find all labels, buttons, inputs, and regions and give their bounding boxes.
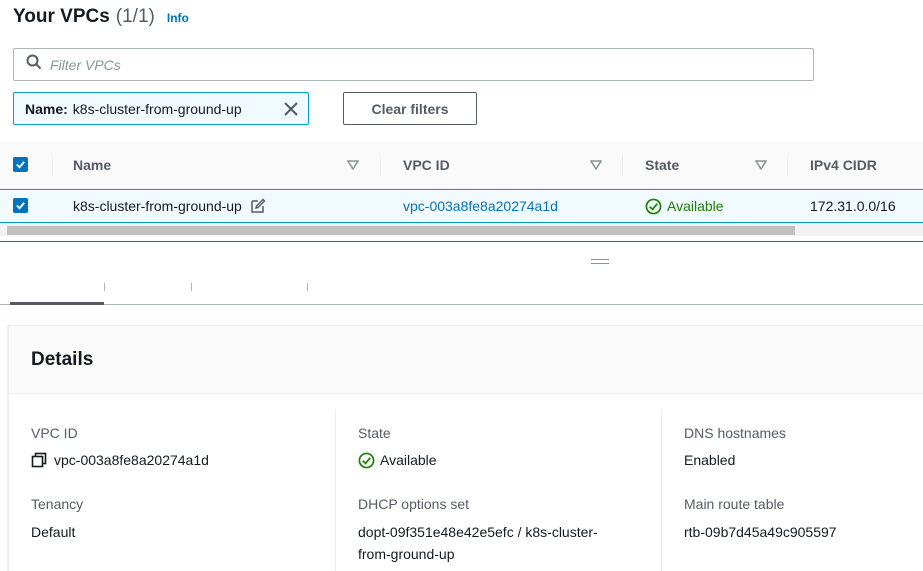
status-ok-icon — [645, 198, 662, 214]
status-ok-icon — [358, 452, 375, 468]
column-header-state[interactable]: State — [645, 141, 679, 189]
dhcp-options-label: DHCP options set — [358, 496, 470, 512]
main-route-table-label: Main route table — [684, 496, 785, 512]
split-panel-divider — [0, 241, 923, 242]
dns-hostnames-label: DNS hostnames — [684, 425, 786, 441]
table-header: Name VPC ID State IPv4 CIDR — [0, 141, 923, 189]
checkbox-checked-icon — [16, 161, 25, 169]
row-ipv4-cidr: 172.31.0.0/16 — [810, 198, 896, 214]
tenancy-label: Tenancy — [31, 496, 84, 512]
filter-token-value: k8s-cluster-from-ground-up — [72, 100, 242, 117]
details-panel: Details VPC ID vpc-003a8fe8a20274a1d Ten… — [8, 325, 923, 571]
dns-hostnames-value: Enabled — [684, 452, 736, 468]
column-header-name[interactable]: Name — [73, 141, 111, 189]
sort-icon[interactable] — [347, 159, 359, 171]
filter-search-box[interactable] — [13, 48, 814, 81]
sort-icon[interactable] — [590, 159, 602, 171]
tab-details[interactable] — [10, 278, 104, 305]
filter-token-key: Name: — [25, 100, 68, 117]
state-value: Available — [358, 449, 437, 471]
row-name-cell: k8s-cluster-from-ground-up — [73, 190, 266, 222]
filter-token: Name: k8s-cluster-from-ground-up — [13, 92, 309, 125]
column-header-ipv4-cidr[interactable]: IPv4 CIDR — [810, 141, 877, 189]
state-text: Available — [380, 452, 437, 468]
tab-cidrs[interactable] — [106, 278, 190, 305]
details-title: Details — [31, 349, 94, 370]
row-state: Available — [645, 190, 724, 222]
search-input[interactable] — [50, 56, 790, 73]
tab-flow-logs[interactable] — [193, 278, 306, 305]
main-route-table-link[interactable]: rtb-09b7d45a49c905597 — [684, 521, 837, 543]
dhcp-options-line1: dopt-09f351e48e42e5efc / k8s-cluster- — [358, 524, 598, 540]
search-icon — [26, 54, 42, 75]
page-header: Your VPCs (1/1) Info — [13, 6, 189, 32]
vpc-id-label: VPC ID — [31, 425, 78, 441]
checkbox-checked-icon — [16, 202, 25, 210]
vpc-count: (1/1) — [115, 6, 155, 27]
vpc-id-value: vpc-003a8fe8a20274a1d — [31, 449, 209, 471]
row-name: k8s-cluster-from-ground-up — [73, 198, 242, 214]
row-checkbox[interactable] — [13, 198, 28, 213]
details-tabs — [0, 278, 923, 305]
copy-icon[interactable] — [31, 452, 47, 468]
horizontal-scrollbar[interactable] — [0, 224, 923, 236]
dhcp-options-line2: from-ground-up — [358, 546, 455, 562]
state-label: State — [358, 425, 391, 441]
column-header-vpc-id[interactable]: VPC ID — [403, 141, 450, 189]
dhcp-options-link[interactable]: dopt-09f351e48e42e5efc / k8s-cluster- fr… — [358, 521, 648, 565]
info-link[interactable]: Info — [167, 11, 189, 25]
clear-filters-button[interactable]: Clear filters — [343, 92, 477, 125]
scrollbar-thumb[interactable] — [7, 226, 795, 235]
row-vpc-id-link[interactable]: vpc-003a8fe8a20274a1d — [403, 190, 558, 222]
row-state-label: Available — [667, 198, 724, 214]
edit-icon[interactable] — [250, 198, 266, 214]
sort-icon[interactable] — [755, 159, 767, 171]
drag-handle-icon[interactable] — [591, 259, 609, 267]
details-panel-header: Details — [9, 326, 923, 394]
page-title: Your VPCs — [13, 6, 110, 27]
tenancy-value: Default — [31, 524, 76, 540]
vpc-id-text: vpc-003a8fe8a20274a1d — [54, 452, 209, 468]
select-all-checkbox[interactable] — [13, 157, 28, 172]
close-icon[interactable] — [282, 100, 300, 118]
table-row[interactable]: k8s-cluster-from-ground-up vpc-003a8fe8a… — [0, 189, 923, 223]
